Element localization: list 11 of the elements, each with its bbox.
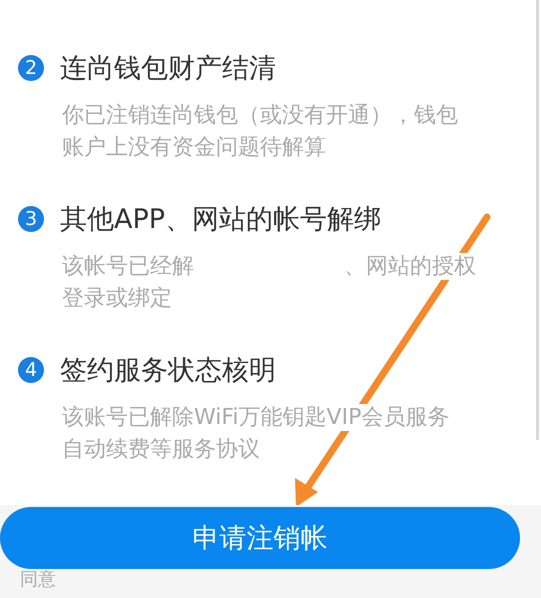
apply-cancel-account-button[interactable]: 申请注销帐: [0, 507, 520, 569]
step-number: 3: [18, 206, 44, 232]
step-number: 4: [18, 357, 44, 383]
step-description: 你已注销连尚钱包（或没有开通），钱包: [62, 102, 458, 129]
step-description: 、网站的授权: [344, 253, 476, 280]
step-number: 2: [18, 55, 44, 81]
agree-text: 同意: [20, 569, 57, 591]
step-title: 签约服务状态核明: [60, 354, 276, 388]
step-description: 该账号已解除WiFi万能钥匙VIP会员服务: [62, 404, 450, 431]
step-title: 连尚钱包财产结清: [60, 52, 276, 86]
step-title: 其他APP、网站的帐号解绑: [60, 203, 382, 237]
